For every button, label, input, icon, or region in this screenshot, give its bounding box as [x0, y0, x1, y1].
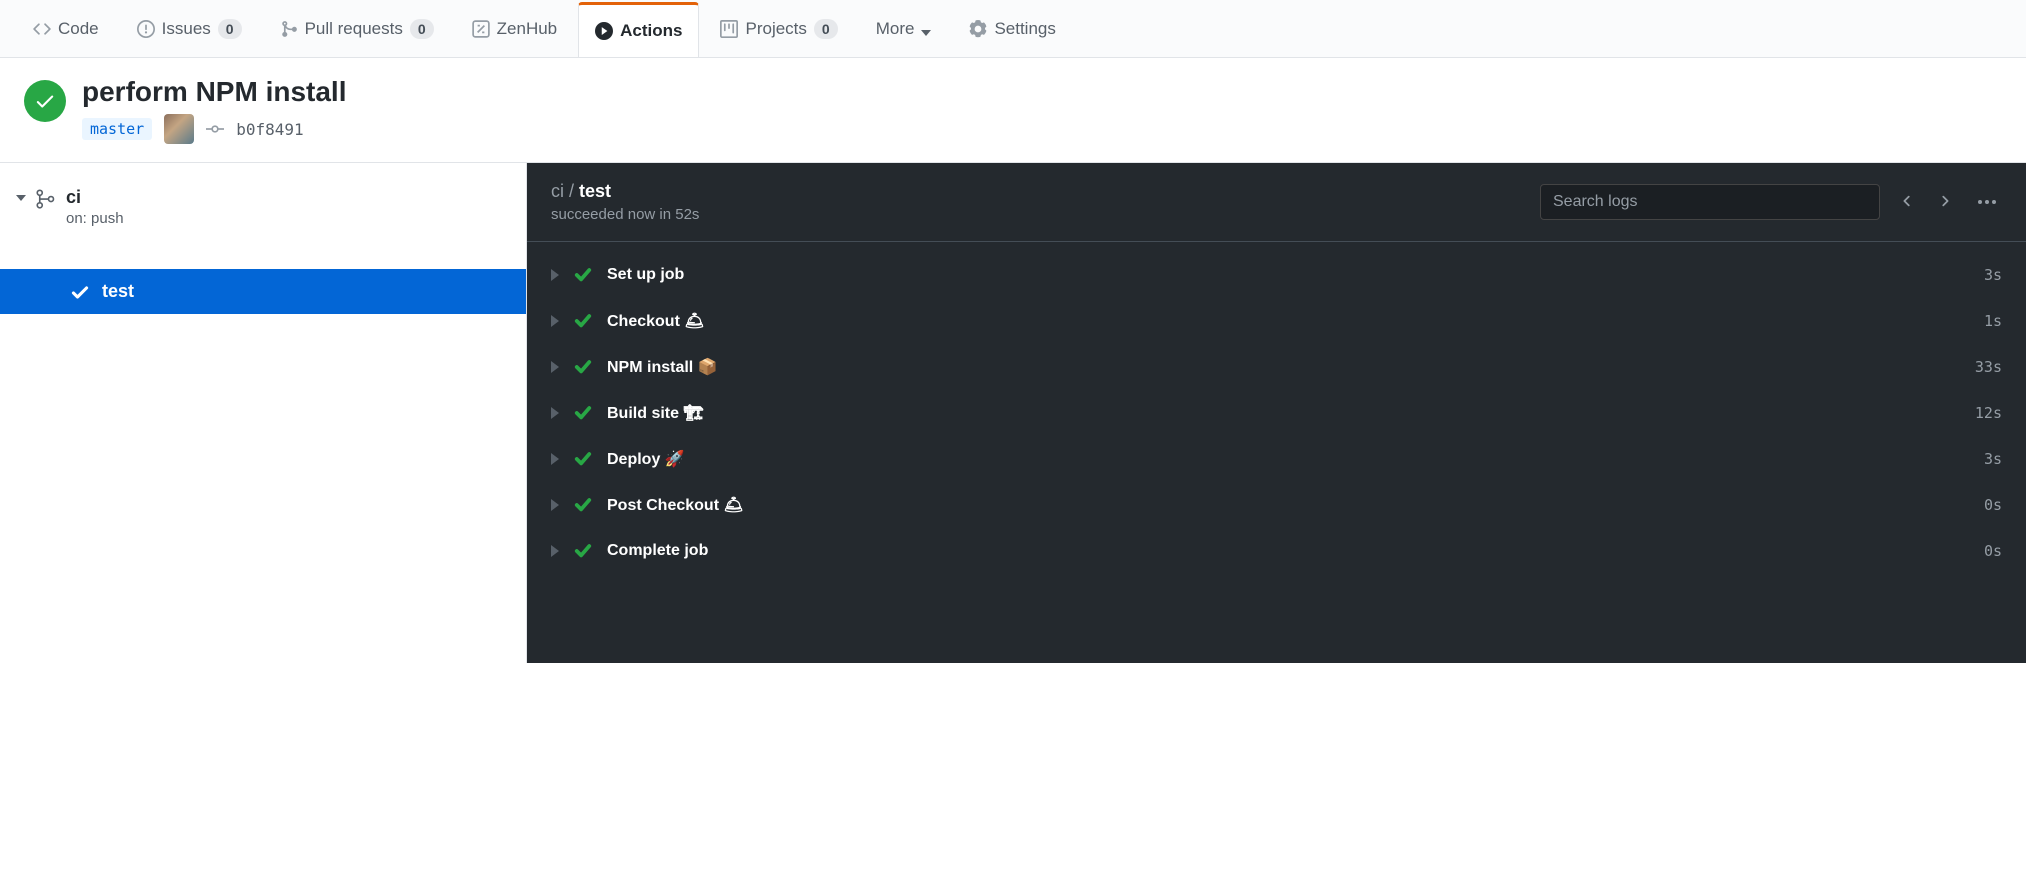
tab-more-label: More — [876, 19, 915, 39]
step-row[interactable]: Set up job 3s — [551, 252, 2002, 298]
tab-code-label: Code — [58, 19, 99, 39]
check-icon — [70, 282, 90, 302]
issue-icon — [137, 20, 155, 38]
step-row[interactable]: Deploy 🚀 3s — [551, 436, 2002, 482]
check-icon — [573, 541, 593, 561]
more-menu-button[interactable] — [1972, 194, 2002, 210]
pull-request-icon — [280, 20, 298, 38]
log-header-actions — [1540, 184, 2002, 220]
next-result-button[interactable] — [1934, 190, 1956, 215]
check-icon — [573, 311, 593, 331]
step-name: Set up job — [607, 266, 1970, 284]
job-name: test — [102, 281, 134, 302]
page-title: perform NPM install — [82, 76, 346, 108]
zenhub-icon — [472, 20, 490, 38]
log-status: succeeded now in 52s — [551, 206, 699, 223]
branch-tag[interactable]: master — [82, 118, 152, 140]
caret-right-icon — [551, 315, 559, 327]
step-duration: 1s — [1984, 312, 2002, 330]
tab-issues[interactable]: Issues 0 — [120, 2, 259, 55]
step-name: Post Checkout 🛎 — [607, 495, 1970, 515]
commit-sha[interactable]: b0f8491 — [236, 120, 303, 139]
project-icon — [720, 20, 738, 38]
check-icon — [573, 449, 593, 469]
code-icon — [33, 20, 51, 38]
workflow-icon — [36, 189, 56, 209]
step-duration: 12s — [1975, 404, 2002, 422]
step-duration: 3s — [1984, 450, 2002, 468]
step-duration: 33s — [1975, 358, 2002, 376]
caret-right-icon — [551, 453, 559, 465]
check-icon — [573, 265, 593, 285]
step-name: Checkout 🛎 — [607, 311, 1970, 331]
gear-icon — [969, 20, 987, 38]
chevron-right-icon — [1938, 194, 1952, 208]
tab-zenhub[interactable]: ZenHub — [455, 2, 574, 55]
tab-more[interactable]: More — [859, 2, 949, 55]
search-logs-input[interactable] — [1540, 184, 1880, 220]
log-header: ci / test succeeded now in 52s — [527, 163, 2026, 242]
step-name: NPM install 📦 — [607, 357, 1961, 377]
check-icon — [34, 90, 56, 112]
commit-icon — [206, 120, 224, 138]
check-icon — [573, 403, 593, 423]
log-breadcrumb: ci / test — [551, 181, 699, 202]
repo-tabnav: Code Issues 0 Pull requests 0 ZenHub Act… — [0, 0, 2026, 58]
step-row[interactable]: Build site 🏗 12s — [551, 390, 2002, 436]
caret-right-icon — [551, 545, 559, 557]
chevron-down-icon — [921, 30, 931, 36]
tab-pulls[interactable]: Pull requests 0 — [263, 2, 451, 55]
step-name: Complete job — [607, 542, 1970, 560]
play-circle-icon — [595, 22, 613, 40]
tab-settings-label: Settings — [994, 19, 1055, 39]
pulls-counter: 0 — [410, 19, 434, 39]
workflow-name: ci — [66, 187, 124, 208]
step-name: Build site 🏗 — [607, 403, 1961, 423]
tab-actions-label: Actions — [620, 21, 682, 41]
log-panel: ci / test succeeded now in 52s Set up jo… — [527, 163, 2026, 663]
caret-right-icon — [551, 499, 559, 511]
issues-counter: 0 — [218, 19, 242, 39]
check-icon — [573, 357, 593, 377]
body-split: ci on: push test ci / test succeeded now… — [0, 163, 2026, 663]
check-icon — [573, 495, 593, 515]
tab-code[interactable]: Code — [16, 2, 116, 55]
caret-down-icon — [16, 195, 26, 201]
step-row[interactable]: Post Checkout 🛎 0s — [551, 482, 2002, 528]
crumb-workflow: ci — [551, 181, 564, 201]
chevron-left-icon — [1900, 194, 1914, 208]
tab-actions[interactable]: Actions — [578, 2, 699, 57]
step-row[interactable]: Checkout 🛎 1s — [551, 298, 2002, 344]
step-row[interactable]: Complete job 0s — [551, 528, 2002, 574]
tab-zenhub-label: ZenHub — [497, 19, 557, 39]
caret-right-icon — [551, 361, 559, 373]
prev-result-button[interactable] — [1896, 190, 1918, 215]
sidebar-job-test[interactable]: test — [0, 269, 526, 314]
run-header: perform NPM install master b0f8491 — [0, 58, 2026, 163]
workflow-trigger: on: push — [66, 210, 124, 227]
tab-settings[interactable]: Settings — [952, 2, 1072, 55]
step-duration: 0s — [1984, 542, 2002, 560]
run-title-block: perform NPM install master b0f8491 — [82, 76, 346, 144]
log-title-block: ci / test succeeded now in 52s — [551, 181, 699, 223]
workflow-sidebar: ci on: push test — [0, 163, 527, 663]
step-duration: 3s — [1984, 266, 2002, 284]
avatar[interactable] — [164, 114, 194, 144]
tab-pulls-label: Pull requests — [305, 19, 403, 39]
step-name: Deploy 🚀 — [607, 449, 1970, 469]
steps-list: Set up job 3s Checkout 🛎 1s NPM install … — [527, 242, 2026, 584]
crumb-job: test — [579, 181, 611, 201]
projects-counter: 0 — [814, 19, 838, 39]
tab-projects[interactable]: Projects 0 — [703, 2, 854, 55]
status-badge — [24, 80, 66, 122]
caret-right-icon — [551, 269, 559, 281]
tab-issues-label: Issues — [162, 19, 211, 39]
step-duration: 0s — [1984, 496, 2002, 514]
tab-projects-label: Projects — [745, 19, 806, 39]
caret-right-icon — [551, 407, 559, 419]
step-row[interactable]: NPM install 📦 33s — [551, 344, 2002, 390]
workflow-header[interactable]: ci on: push — [0, 187, 526, 239]
run-meta: master b0f8491 — [82, 114, 346, 144]
